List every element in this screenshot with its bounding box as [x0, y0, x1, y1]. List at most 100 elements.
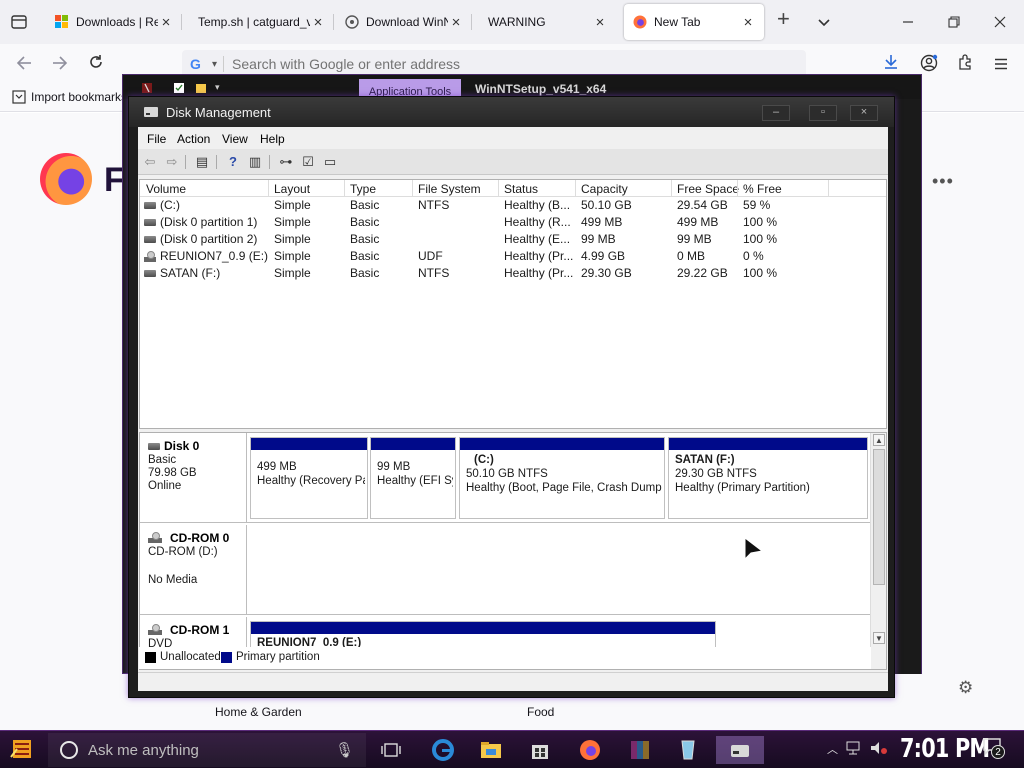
- volume-row[interactable]: (Disk 0 partition 1) Simple Basic Health…: [140, 214, 886, 231]
- microphone-icon[interactable]: 🎙: [335, 741, 354, 759]
- account-icon[interactable]: [918, 54, 940, 76]
- help-icon[interactable]: ?: [224, 153, 242, 171]
- volume-row[interactable]: (Disk 0 partition 2) Simple Basic Health…: [140, 231, 886, 248]
- back-icon[interactable]: ⇦: [141, 153, 159, 171]
- list-all-tabs-icon[interactable]: [817, 12, 831, 32]
- gear-icon[interactable]: ⚙: [958, 678, 973, 698]
- partition-satan-f[interactable]: SATAN (F:) 29.30 GB NTFS Healthy (Primary …: [668, 437, 868, 519]
- disk-management-window[interactable]: Disk Management – ▫ × File Action View H…: [128, 96, 895, 698]
- volume-row[interactable]: REUNION7_0.9 (E:) Simple Basic UDF Healt…: [140, 248, 886, 265]
- start-button[interactable]: [8, 737, 36, 763]
- tab-warning[interactable]: WARNING ×: [480, 4, 616, 40]
- column-percent-free[interactable]: % Free: [743, 182, 782, 196]
- firefox-icon[interactable]: [570, 736, 610, 764]
- tab-close-icon[interactable]: ×: [592, 14, 608, 31]
- import-bookmarks-button[interactable]: Import bookmarks...: [12, 90, 137, 104]
- tab-downloads-reunion[interactable]: Downloads | Reuni ×: [46, 4, 182, 40]
- forward-icon[interactable]: ⇨: [163, 153, 181, 171]
- check-icon[interactable]: ☑: [299, 153, 317, 171]
- network-icon[interactable]: [846, 741, 864, 758]
- disk-label[interactable]: CD-ROM 0 CD-ROM (D:) No Media: [140, 525, 247, 614]
- window-titlebar[interactable]: Disk Management – ▫ ×: [129, 97, 894, 127]
- action-center-button[interactable]: 2: [983, 738, 1005, 759]
- forward-icon[interactable]: [49, 54, 71, 76]
- menu-help[interactable]: Help: [260, 132, 285, 146]
- tab-close-icon[interactable]: ×: [740, 14, 756, 31]
- column-divider[interactable]: [737, 180, 738, 196]
- search-engine-google-icon[interactable]: G: [190, 56, 210, 72]
- menu-file[interactable]: File: [147, 132, 166, 146]
- tab-temp-sh[interactable]: Temp.sh | catguard_v1. ×: [190, 4, 334, 40]
- downloads-icon[interactable]: [880, 54, 902, 76]
- menu-view[interactable]: View: [222, 132, 248, 146]
- app-icon[interactable]: [668, 736, 708, 764]
- column-divider[interactable]: [498, 180, 499, 196]
- volume-row[interactable]: (C:) Simple Basic NTFS Healthy (B... 50.…: [140, 197, 886, 214]
- chevron-down-icon[interactable]: ▾: [212, 59, 217, 70]
- column-layout[interactable]: Layout: [274, 182, 310, 196]
- tab-close-icon[interactable]: ×: [310, 14, 326, 31]
- volume-list[interactable]: Volume Layout Type File System Status Ca…: [139, 179, 887, 429]
- partition-c[interactable]: (C:) 50.10 GB NTFS Healthy (Boot, Page Fil…: [459, 437, 665, 519]
- minimize-icon[interactable]: [902, 12, 914, 32]
- tab-close-icon[interactable]: ×: [158, 14, 174, 31]
- column-divider[interactable]: [344, 180, 345, 196]
- vertical-scrollbar[interactable]: ▲ ▼: [870, 433, 886, 669]
- folder-icon[interactable]: [195, 82, 207, 94]
- column-divider[interactable]: [575, 180, 576, 196]
- column-free-space[interactable]: Free Space: [677, 182, 739, 196]
- partition-efi[interactable]: 99 MB Healthy (EFI Sy: [370, 437, 456, 519]
- menu-action[interactable]: Action: [177, 132, 210, 146]
- cortana-search-box[interactable]: Ask me anything 🎙: [48, 733, 366, 767]
- firefox-view-button[interactable]: [8, 11, 30, 33]
- tab-download-winntsetup[interactable]: Download WinNTSe ×: [336, 4, 472, 40]
- partition-recovery[interactable]: 499 MB Healthy (Recovery Pa: [250, 437, 368, 519]
- customize-qat-icon[interactable]: ▾: [215, 82, 227, 94]
- properties-icon[interactable]: ▭: [321, 153, 339, 171]
- column-capacity[interactable]: Capacity: [581, 182, 628, 196]
- back-icon[interactable]: [13, 54, 35, 76]
- task-view-icon[interactable]: [371, 736, 411, 764]
- tab-new-tab[interactable]: New Tab ×: [624, 4, 764, 40]
- file-explorer-icon[interactable]: [471, 736, 511, 764]
- column-divider[interactable]: [671, 180, 672, 196]
- show-action-pane-icon[interactable]: ▥: [246, 153, 264, 171]
- new-tab-button[interactable]: +: [777, 8, 790, 30]
- show-hidden-icons-icon[interactable]: ︿: [827, 741, 838, 757]
- show-hide-console-tree-icon[interactable]: ▤: [193, 153, 211, 171]
- disk-row[interactable]: Disk 0 Basic 79.98 GB Online 499 MB Healt…: [140, 433, 872, 523]
- reload-icon[interactable]: [85, 54, 107, 76]
- connect-drive-icon[interactable]: ⊶: [277, 153, 295, 171]
- restore-icon[interactable]: [948, 12, 960, 32]
- extensions-icon[interactable]: [954, 54, 976, 76]
- scrollbar-thumb[interactable]: [873, 449, 885, 585]
- scroll-down-icon[interactable]: ▼: [873, 632, 885, 644]
- maximize-button[interactable]: ▫: [809, 105, 837, 121]
- shortcut-food[interactable]: Food: [527, 705, 554, 719]
- volume-row[interactable]: SATAN (F:) Simple Basic NTFS Healthy (Pr…: [140, 265, 886, 282]
- column-type[interactable]: Type: [350, 182, 376, 196]
- winrar-icon[interactable]: [620, 736, 660, 764]
- menu-hamburger-icon[interactable]: [990, 54, 1012, 76]
- column-divider[interactable]: [828, 180, 829, 196]
- disk-label[interactable]: Disk 0 Basic 79.98 GB Online: [140, 433, 247, 522]
- shortcut-home-garden[interactable]: Home & Garden: [215, 705, 302, 719]
- volume-muted-icon[interactable]: [870, 741, 888, 758]
- column-volume[interactable]: Volume: [146, 182, 186, 196]
- more-options-icon[interactable]: •••: [932, 171, 954, 192]
- column-divider[interactable]: [412, 180, 413, 196]
- disk-graphical-view[interactable]: Disk 0 Basic 79.98 GB Online 499 MB Healt…: [139, 432, 887, 670]
- disk-management-task[interactable]: [716, 736, 764, 764]
- properties-icon[interactable]: [173, 82, 185, 94]
- edge-icon[interactable]: [423, 736, 463, 764]
- column-status[interactable]: Status: [504, 182, 538, 196]
- minimize-button[interactable]: –: [762, 105, 790, 121]
- scroll-up-icon[interactable]: ▲: [873, 434, 885, 446]
- column-file-system[interactable]: File System: [418, 182, 481, 196]
- store-icon[interactable]: [520, 736, 560, 764]
- close-button[interactable]: ×: [850, 105, 878, 121]
- column-divider[interactable]: [268, 180, 269, 196]
- close-window-icon[interactable]: [994, 12, 1006, 32]
- tab-close-icon[interactable]: ×: [448, 14, 464, 31]
- clock[interactable]: 7:01 PM: [900, 734, 990, 764]
